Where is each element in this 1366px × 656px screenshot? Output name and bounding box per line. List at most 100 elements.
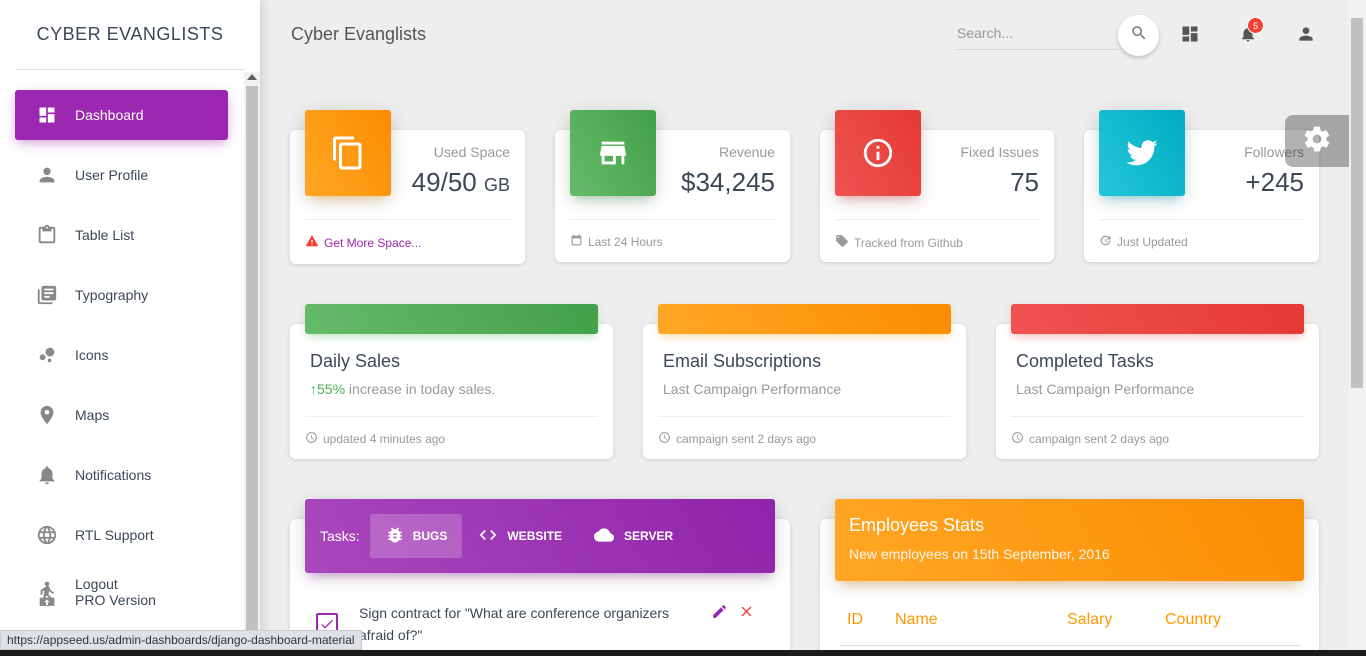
tab-website[interactable]: WEBSITE [462,514,577,558]
chart-footer: updated 4 minutes ago [305,416,598,447]
stat-footer: Last 24 Hours [570,219,775,250]
stat-footer: Just Updated [1099,219,1304,250]
tab-server[interactable]: SERVER [577,514,688,558]
scroll-up-arrow-icon[interactable] [247,74,257,80]
search-input[interactable]: Search... [957,22,1117,50]
sidebar-item-user-profile[interactable]: User Profile [15,150,228,200]
sidebar-item-label: Logout [75,576,118,592]
clock-icon [1011,431,1024,447]
sidebar-item-label: Table List [75,227,135,243]
chart-title: Completed Tasks [1016,351,1154,371]
stat-footer-text: Tracked from Github [854,235,963,250]
sidebar-item-label: User Profile [75,167,149,183]
library-books-icon [32,283,62,307]
chart-footer-text: campaign sent 2 days ago [1029,432,1170,446]
chart-card-email-subscriptions: Email Subscriptions Last Campaign Perfor… [643,324,966,459]
twitter-icon [1099,110,1185,196]
sidebar-scroll-thumb[interactable] [246,86,258,631]
chart-footer: campaign sent 2 days ago [1011,416,1304,447]
stat-value: 75 [1010,167,1039,197]
employees-header: Employees Stats New employees on 15th Se… [835,499,1304,581]
stat-category: Fixed Issues [960,144,1039,160]
logout-icon [32,581,62,606]
sidebar-item-label: Typography [75,287,149,303]
chart-card-daily-sales: Daily Sales ↑55% increase in today sales… [290,324,613,459]
sidebar-item-icons[interactable]: Icons [15,330,228,380]
code-icon [477,525,499,548]
brand-logo-text[interactable]: CYBER EVANGLISTS [15,0,245,70]
cloud-icon [592,525,616,548]
pro-version-label[interactable]: PRO Version [75,592,156,608]
tab-bugs[interactable]: BUGS [369,514,463,558]
sidebar-item-notifications[interactable]: Notifications [15,450,228,500]
chart-subtitle: Last Campaign Performance [1016,381,1195,397]
browser-status-url: https://appseed.us/admin-dashboards/djan… [0,630,362,650]
sidebar-nav: Dashboard User Profile Table List Typogr… [15,90,228,630]
get-more-space-link[interactable]: Get More Space... [324,236,421,250]
chart-title: Email Subscriptions [663,351,822,371]
chart-title: Daily Sales [310,351,401,371]
sidebar-item-dashboard[interactable]: Dashboard [15,90,228,140]
tasks-header: Tasks: BUGS WEBSITE SERVER [305,499,775,573]
calendar-icon [570,234,583,250]
search-icon [1130,24,1148,47]
window-bottom-edge [0,650,1366,656]
sidebar-item-typography[interactable]: Typography [15,270,228,320]
stat-value: +245 [1245,167,1304,197]
bubble-chart-icon [32,343,62,367]
sidebar-item-table-list[interactable]: Table List [15,210,228,260]
stat-value: $34,245 [681,167,775,197]
stat-footer-text: Last 24 Hours [588,235,663,249]
stat-footer: Tracked from Github [835,219,1039,251]
column-header-name: Name [895,611,938,628]
info-icon [835,110,921,196]
sidebar-item-maps[interactable]: Maps [15,390,228,440]
sidebar-item-label: Dashboard [75,107,144,123]
person-icon [32,163,62,187]
tag-icon [835,234,849,251]
table-header-divider [840,645,1300,646]
chart-subtitle: ↑55% increase in today sales. [310,381,496,397]
edit-task-button[interactable] [711,603,728,625]
gear-icon [1302,124,1332,159]
sidebar-item-rtl-support[interactable]: RTL Support [15,510,228,560]
settings-button[interactable] [1285,115,1349,167]
clock-icon [305,431,318,447]
chart-card-completed-tasks: Completed Tasks Last Campaign Performanc… [996,324,1319,459]
location-icon [32,403,62,427]
chart-subtitle: Last Campaign Performance [663,381,842,397]
stat-category: Revenue [718,144,775,160]
column-header-salary: Salary [1067,611,1113,628]
page-scrollbar[interactable] [1349,0,1366,650]
search-button[interactable] [1118,15,1159,56]
page-title[interactable]: Cyber Evanglists [291,24,426,45]
chart-footer-text: campaign sent 2 days ago [676,432,817,446]
stat-value: 49/50 GB [411,167,510,197]
sidebar-item-label: Notifications [75,467,152,483]
sidebar-item-label: Maps [75,407,110,423]
completed-tasks-chart [1011,304,1304,334]
update-icon [1099,234,1112,250]
tasks-label: Tasks: [320,528,360,544]
chart-footer: campaign sent 2 days ago [658,416,951,447]
sidebar-item-logout[interactable]: Logout PRO Version [15,570,228,620]
clipboard-icon [32,223,62,247]
stat-category: Used Space [433,144,510,160]
warning-icon [305,234,319,251]
bell-icon [32,463,62,487]
sidebar-item-label: Icons [75,347,109,363]
account-person-icon[interactable] [1294,22,1318,46]
store-icon [570,110,656,196]
tab-label: SERVER [624,529,674,543]
globe-icon [32,523,62,547]
employees-subtitle: New employees on 15th September, 2016 [849,546,1110,562]
column-header-country: Country [1165,611,1222,628]
sidebar-scrollbar[interactable] [244,72,260,656]
remove-task-button[interactable] [738,603,755,625]
chart-footer-text: updated 4 minutes ago [323,432,446,446]
dashboard-icon [32,103,62,127]
daily-sales-chart [305,304,598,334]
page-scroll-thumb[interactable] [1351,18,1363,388]
notification-badge: 5 [1247,17,1264,34]
dashboard-toggle-icon[interactable] [1178,22,1202,46]
